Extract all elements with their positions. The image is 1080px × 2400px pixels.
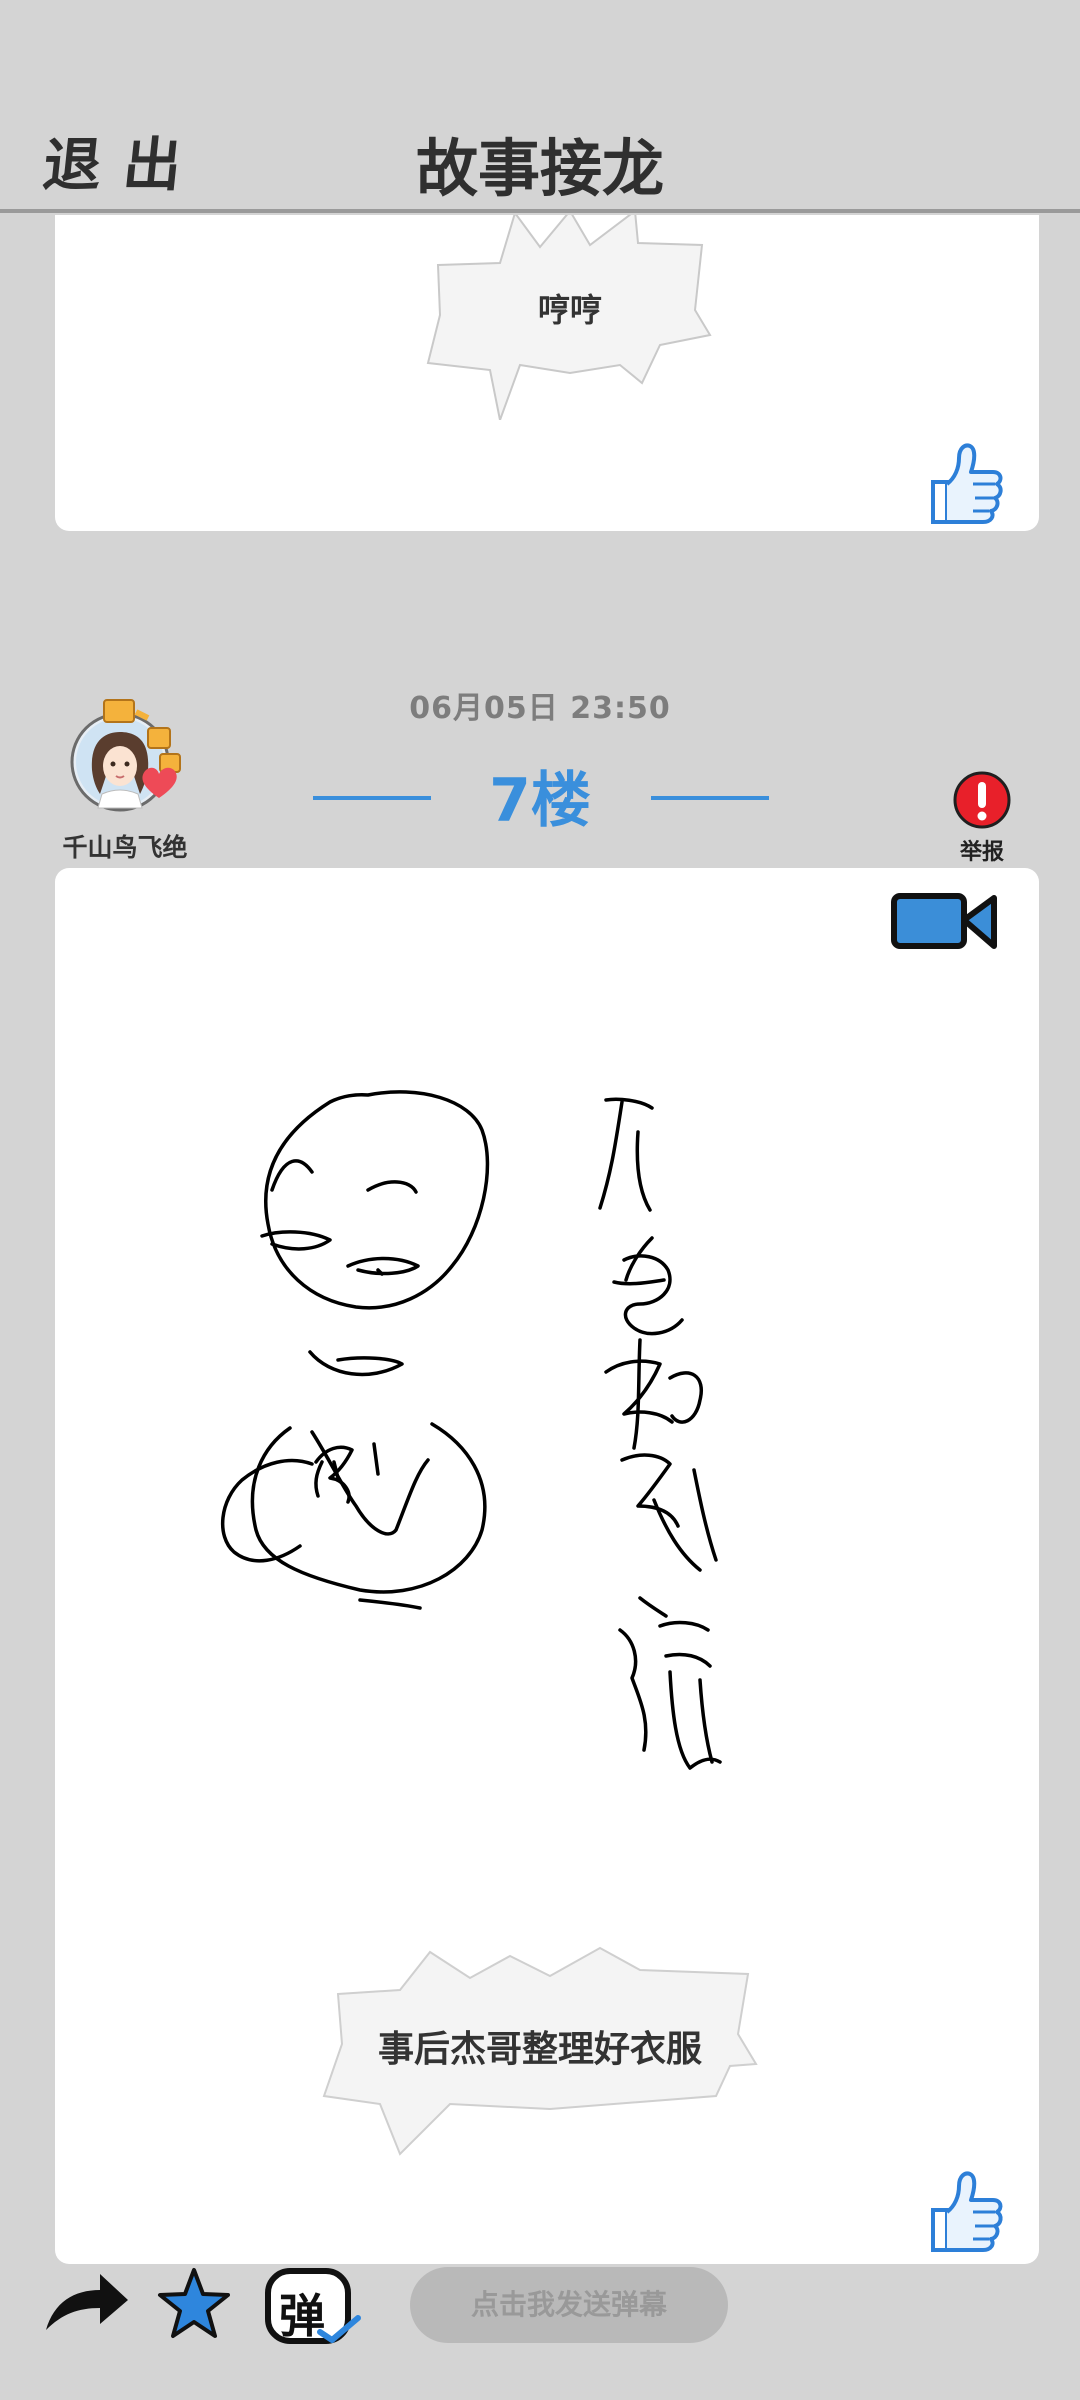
top-bar: 退出 故事接龙 bbox=[0, 0, 1080, 213]
previous-caption: 哼哼 bbox=[537, 291, 602, 329]
page-title: 故事接龙 bbox=[415, 132, 664, 205]
previous-post-card: 哼哼 bbox=[55, 215, 1039, 531]
previous-caption-bubble: 哼哼 bbox=[420, 215, 720, 420]
report-label: 举报 bbox=[959, 840, 1004, 865]
exclamation-icon bbox=[953, 771, 1011, 829]
post-caption: 事后杰哥整理好衣服 bbox=[377, 2029, 702, 2070]
danmaku-toggle-label: 弹 bbox=[279, 2289, 325, 2343]
user-drawing bbox=[220, 1090, 722, 1770]
danmaku-input[interactable]: 点击我发送弹幕 bbox=[410, 2267, 728, 2343]
app-root: 退出 故事接龙 哼哼 06月05日 23:50 7楼 千山鸟飞绝 举报 事后杰哥… bbox=[0, 0, 1080, 2400]
video-camera-icon[interactable] bbox=[890, 890, 1002, 956]
danmaku-toggle-button[interactable]: 弹 bbox=[262, 2266, 364, 2352]
user-avatar[interactable] bbox=[62, 690, 192, 820]
report-button[interactable]: 举报 bbox=[950, 768, 1014, 865]
floor-divider-right bbox=[651, 796, 769, 800]
username[interactable]: 千山鸟飞绝 bbox=[40, 828, 210, 864]
share-arrow-icon[interactable] bbox=[42, 2268, 132, 2338]
star-icon[interactable] bbox=[156, 2266, 232, 2342]
caption-bubble: 事后杰哥整理好衣服 bbox=[320, 1944, 760, 2159]
thumbs-up-icon[interactable] bbox=[925, 2168, 1005, 2254]
thumbs-up-icon[interactable] bbox=[925, 440, 1005, 526]
